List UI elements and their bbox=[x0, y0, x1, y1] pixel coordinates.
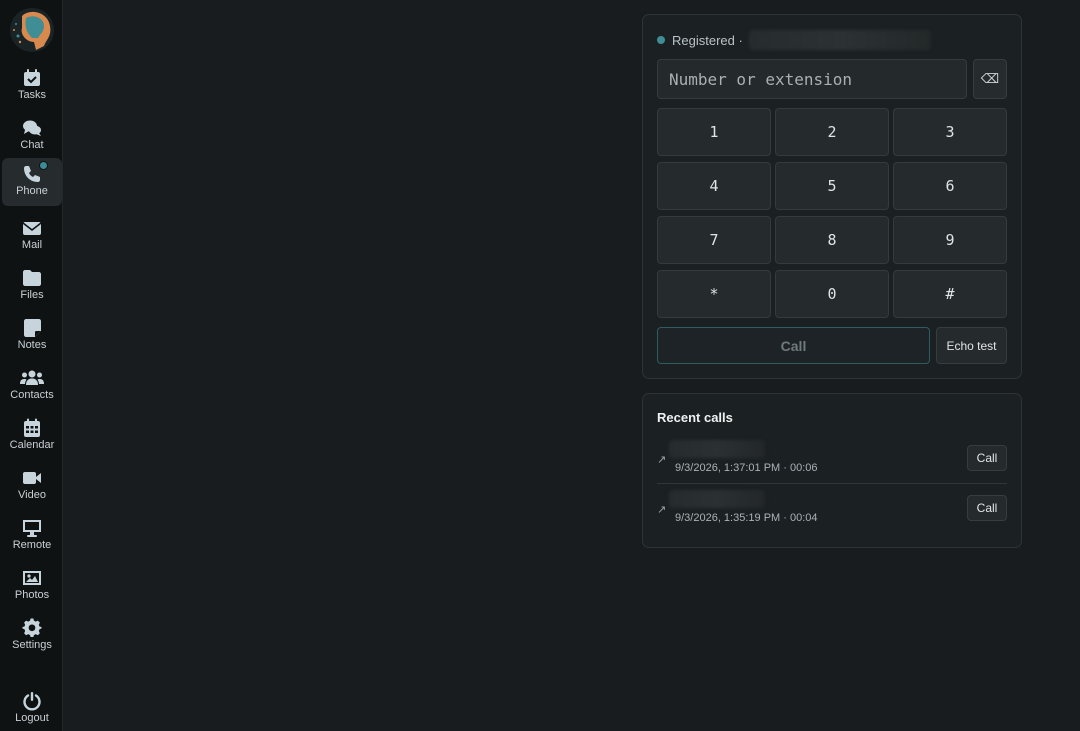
sidebar-item-label: Chat bbox=[20, 139, 44, 151]
logout-label: Logout bbox=[15, 712, 49, 724]
calendar-icon bbox=[22, 418, 42, 438]
key-star[interactable]: * bbox=[657, 270, 771, 318]
recent-calls-title: Recent calls bbox=[657, 410, 733, 425]
gear-icon bbox=[22, 618, 42, 638]
sidebar-item-mail[interactable]: Mail bbox=[2, 212, 62, 260]
recall-button[interactable]: Call bbox=[967, 495, 1007, 521]
sidebar-item-label: Notes bbox=[17, 339, 47, 351]
keypad: 1 2 3 4 5 6 7 8 9 * 0 # bbox=[657, 108, 1007, 318]
recent-calls-panel: Recent calls ↗ 9/3/2026, 1:37:01 PM · 00… bbox=[642, 393, 1022, 548]
redacted-account bbox=[748, 30, 931, 50]
online-status-dot bbox=[39, 161, 48, 170]
phone-icon bbox=[22, 161, 48, 184]
call-button[interactable]: Call bbox=[657, 327, 930, 364]
monitor-icon bbox=[22, 518, 42, 538]
users-icon bbox=[20, 368, 44, 388]
status-dot bbox=[657, 36, 665, 44]
sidebar-item-tasks[interactable]: Tasks bbox=[2, 62, 62, 110]
video-camera-icon bbox=[22, 468, 42, 488]
sidebar-item-label: Mail bbox=[21, 239, 43, 251]
backspace-icon: ⌫ bbox=[980, 71, 1000, 86]
redacted-contact bbox=[669, 490, 765, 508]
sidebar-item-settings[interactable]: Settings bbox=[2, 612, 62, 660]
backspace-button[interactable]: ⌫ bbox=[973, 59, 1007, 99]
image-icon bbox=[22, 568, 42, 588]
call-meta: 9/3/2026, 1:35:19 PM · 00:04 bbox=[675, 512, 818, 524]
sidebar-item-label: Settings bbox=[12, 639, 52, 651]
key-2[interactable]: 2 bbox=[775, 108, 889, 156]
folder-icon bbox=[22, 268, 42, 288]
call-meta: 9/3/2026, 1:37:01 PM · 00:06 bbox=[675, 462, 818, 474]
sidebar-item-contacts[interactable]: Contacts bbox=[2, 362, 62, 410]
sidebar-item-files[interactable]: Files bbox=[2, 262, 62, 310]
status-text: Registered · bbox=[672, 32, 743, 48]
logout-button[interactable]: Logout bbox=[2, 685, 62, 731]
key-9[interactable]: 9 bbox=[893, 216, 1007, 264]
sidebar-item-label: Phone bbox=[16, 185, 48, 197]
key-1[interactable]: 1 bbox=[657, 108, 771, 156]
sidebar-item-label: Remote bbox=[12, 539, 52, 551]
number-input[interactable] bbox=[657, 59, 967, 99]
key-7[interactable]: 7 bbox=[657, 216, 771, 264]
outgoing-arrow-icon: ↗ bbox=[657, 454, 667, 466]
sidebar: Tasks Chat Phone Mail Files Notes Contac… bbox=[0, 0, 63, 731]
key-5[interactable]: 5 bbox=[775, 162, 889, 210]
recall-button[interactable]: Call bbox=[967, 445, 1007, 471]
echo-test-button[interactable]: Echo test bbox=[936, 327, 1007, 364]
sidebar-item-photos[interactable]: Photos bbox=[2, 562, 62, 610]
sidebar-item-label: Calendar bbox=[9, 439, 55, 451]
sidebar-item-label: Files bbox=[20, 289, 44, 301]
recent-call-row: ↗ 9/3/2026, 1:35:19 PM · 00:04 Call bbox=[657, 484, 1007, 534]
sidebar-item-label: Contacts bbox=[10, 389, 54, 401]
sidebar-item-label: Video bbox=[18, 489, 46, 501]
sidebar-item-video[interactable]: Video bbox=[2, 462, 62, 510]
outgoing-arrow-icon: ↗ bbox=[657, 504, 667, 516]
sidebar-item-label: Photos bbox=[14, 589, 50, 601]
key-8[interactable]: 8 bbox=[775, 216, 889, 264]
sidebar-item-remote[interactable]: Remote bbox=[2, 512, 62, 560]
envelope-icon bbox=[22, 218, 42, 238]
sidebar-item-label: Tasks bbox=[17, 89, 47, 101]
sidebar-item-phone[interactable]: Phone bbox=[2, 158, 62, 206]
key-6[interactable]: 6 bbox=[893, 162, 1007, 210]
registration-status: Registered · bbox=[657, 30, 931, 50]
key-hash[interactable]: # bbox=[893, 270, 1007, 318]
chat-bubbles-icon bbox=[22, 118, 42, 138]
recent-call-row: ↗ 9/3/2026, 1:37:01 PM · 00:06 Call bbox=[657, 434, 1007, 484]
key-3[interactable]: 3 bbox=[893, 108, 1007, 156]
dialer-panel: Registered · ⌫ 1 2 3 4 5 6 7 8 9 * 0 # C… bbox=[642, 14, 1022, 379]
sidebar-item-notes[interactable]: Notes bbox=[2, 312, 62, 360]
sidebar-item-chat[interactable]: Chat bbox=[2, 112, 62, 160]
power-icon bbox=[22, 691, 42, 711]
calendar-check-icon bbox=[22, 68, 42, 88]
sidebar-item-calendar[interactable]: Calendar bbox=[2, 412, 62, 460]
redacted-contact bbox=[669, 440, 765, 458]
key-0[interactable]: 0 bbox=[775, 270, 889, 318]
key-4[interactable]: 4 bbox=[657, 162, 771, 210]
app-logo bbox=[8, 6, 56, 54]
sticky-note-icon bbox=[22, 318, 42, 338]
